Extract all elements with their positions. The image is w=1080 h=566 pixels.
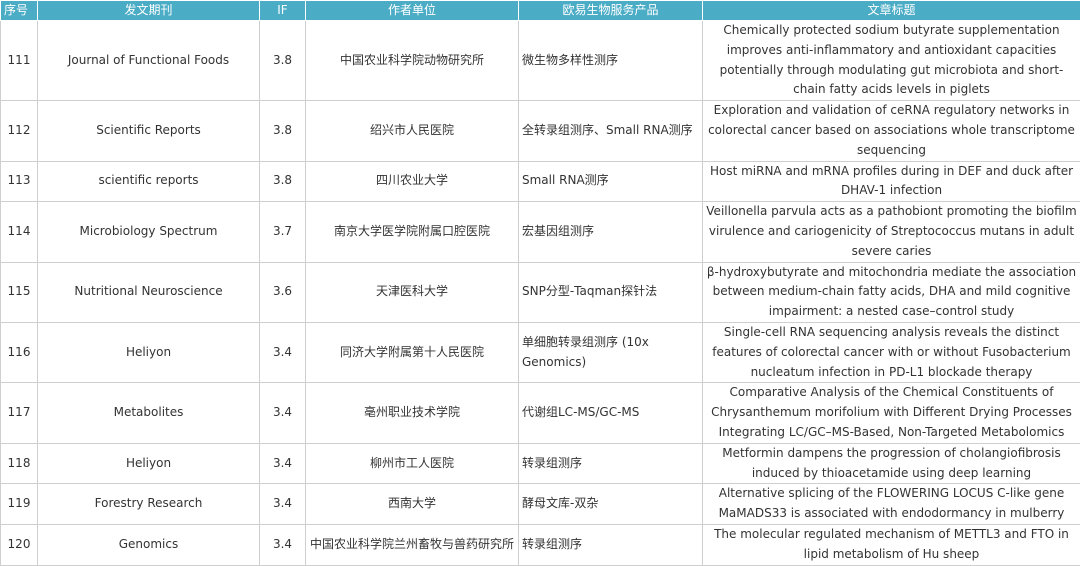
cell-author-unit: 中国农业科学院动物研究所: [306, 21, 519, 101]
cell-journal: Scientific Reports: [38, 101, 260, 161]
cell-service-product: SNP分型-Taqman探针法: [519, 262, 703, 322]
table-row: 119 Forestry Research 3.4 西南大学 酵母文库-双杂 A…: [1, 484, 1080, 525]
table-row: 118 Heliyon 3.4 柳州市工人医院 转录组测序 Metformin …: [1, 443, 1080, 484]
cell-serial-number: 115: [1, 262, 38, 322]
cell-service-product: 酵母文库-双杂: [519, 484, 703, 525]
table-row: 120 Genomics 3.4 中国农业科学院兰州畜牧与兽药研究所 转录组测序…: [1, 524, 1080, 565]
cell-article-title: Alternative splicing of the FLOWERING LO…: [703, 484, 1080, 525]
cell-journal: Heliyon: [38, 322, 260, 382]
cell-serial-number: 112: [1, 101, 38, 161]
cell-service-product: 代谢组LC-MS/GC-MS: [519, 383, 703, 443]
cell-author-unit: 亳州职业技术学院: [306, 383, 519, 443]
cell-author-unit: 柳州市工人医院: [306, 443, 519, 484]
cell-serial-number: 118: [1, 443, 38, 484]
publications-table: 序号 发文期刊 IF 作者单位 欧易生物服务产品 文章标题 111 Journa…: [0, 0, 1080, 566]
cell-journal: Heliyon: [38, 443, 260, 484]
cell-author-unit: 四川农业大学: [306, 161, 519, 202]
cell-article-title: Host miRNA and mRNA profiles during in D…: [703, 161, 1080, 202]
cell-impact-factor: 3.7: [260, 202, 306, 262]
cell-article-title: Single-cell RNA sequencing analysis reve…: [703, 322, 1080, 382]
table-row: 111 Journal of Functional Foods 3.8 中国农业…: [1, 21, 1080, 101]
cell-serial-number: 111: [1, 21, 38, 101]
cell-author-unit: 中国农业科学院兰州畜牧与兽药研究所: [306, 524, 519, 565]
cell-journal: Metabolites: [38, 383, 260, 443]
cell-impact-factor: 3.4: [260, 524, 306, 565]
header-journal: 发文期刊: [38, 1, 260, 21]
cell-journal: Journal of Functional Foods: [38, 21, 260, 101]
cell-impact-factor: 3.8: [260, 161, 306, 202]
cell-service-product: 转录组测序: [519, 443, 703, 484]
table-header-row: 序号 发文期刊 IF 作者单位 欧易生物服务产品 文章标题: [1, 1, 1080, 21]
cell-serial-number: 119: [1, 484, 38, 525]
cell-article-title: Metformin dampens the progression of cho…: [703, 443, 1080, 484]
header-impact-factor: IF: [260, 1, 306, 21]
cell-serial-number: 114: [1, 202, 38, 262]
cell-service-product: 宏基因组测序: [519, 202, 703, 262]
table-row: 115 Nutritional Neuroscience 3.6 天津医科大学 …: [1, 262, 1080, 322]
cell-journal: Forestry Research: [38, 484, 260, 525]
cell-impact-factor: 3.4: [260, 443, 306, 484]
cell-journal: scientific reports: [38, 161, 260, 202]
cell-serial-number: 113: [1, 161, 38, 202]
cell-author-unit: 西南大学: [306, 484, 519, 525]
cell-impact-factor: 3.4: [260, 383, 306, 443]
cell-service-product: 转录组测序: [519, 524, 703, 565]
cell-impact-factor: 3.6: [260, 262, 306, 322]
cell-service-product: 单细胞转录组测序 (10x Genomics): [519, 322, 703, 382]
cell-journal: Microbiology Spectrum: [38, 202, 260, 262]
cell-article-title: Chemically protected sodium butyrate sup…: [703, 21, 1080, 101]
cell-article-title: Exploration and validation of ceRNA regu…: [703, 101, 1080, 161]
cell-author-unit: 南京大学医学院附属口腔医院: [306, 202, 519, 262]
cell-author-unit: 绍兴市人民医院: [306, 101, 519, 161]
header-article-title: 文章标题: [703, 1, 1080, 21]
cell-article-title: The molecular regulated mechanism of MET…: [703, 524, 1080, 565]
cell-article-title: β-hydroxybutyrate and mitochondria media…: [703, 262, 1080, 322]
cell-impact-factor: 3.4: [260, 322, 306, 382]
cell-impact-factor: 3.8: [260, 21, 306, 101]
cell-author-unit: 同济大学附属第十人民医院: [306, 322, 519, 382]
header-service-product: 欧易生物服务产品: [519, 1, 703, 21]
cell-impact-factor: 3.4: [260, 484, 306, 525]
cell-impact-factor: 3.8: [260, 101, 306, 161]
header-author-unit: 作者单位: [306, 1, 519, 21]
cell-service-product: 全转录组测序、Small RNA测序: [519, 101, 703, 161]
cell-serial-number: 117: [1, 383, 38, 443]
table-row: 117 Metabolites 3.4 亳州职业技术学院 代谢组LC-MS/GC…: [1, 383, 1080, 443]
cell-article-title: Veillonella parvula acts as a pathobiont…: [703, 202, 1080, 262]
table-row: 112 Scientific Reports 3.8 绍兴市人民医院 全转录组测…: [1, 101, 1080, 161]
table-row: 113 scientific reports 3.8 四川农业大学 Small …: [1, 161, 1080, 202]
cell-journal: Genomics: [38, 524, 260, 565]
cell-serial-number: 120: [1, 524, 38, 565]
header-serial-number: 序号: [1, 1, 38, 21]
cell-service-product: 微生物多样性测序: [519, 21, 703, 101]
cell-serial-number: 116: [1, 322, 38, 382]
table-row: 114 Microbiology Spectrum 3.7 南京大学医学院附属口…: [1, 202, 1080, 262]
cell-service-product: Small RNA测序: [519, 161, 703, 202]
cell-author-unit: 天津医科大学: [306, 262, 519, 322]
cell-journal: Nutritional Neuroscience: [38, 262, 260, 322]
table-row: 116 Heliyon 3.4 同济大学附属第十人民医院 单细胞转录组测序 (1…: [1, 322, 1080, 382]
cell-article-title: Comparative Analysis of the Chemical Con…: [703, 383, 1080, 443]
